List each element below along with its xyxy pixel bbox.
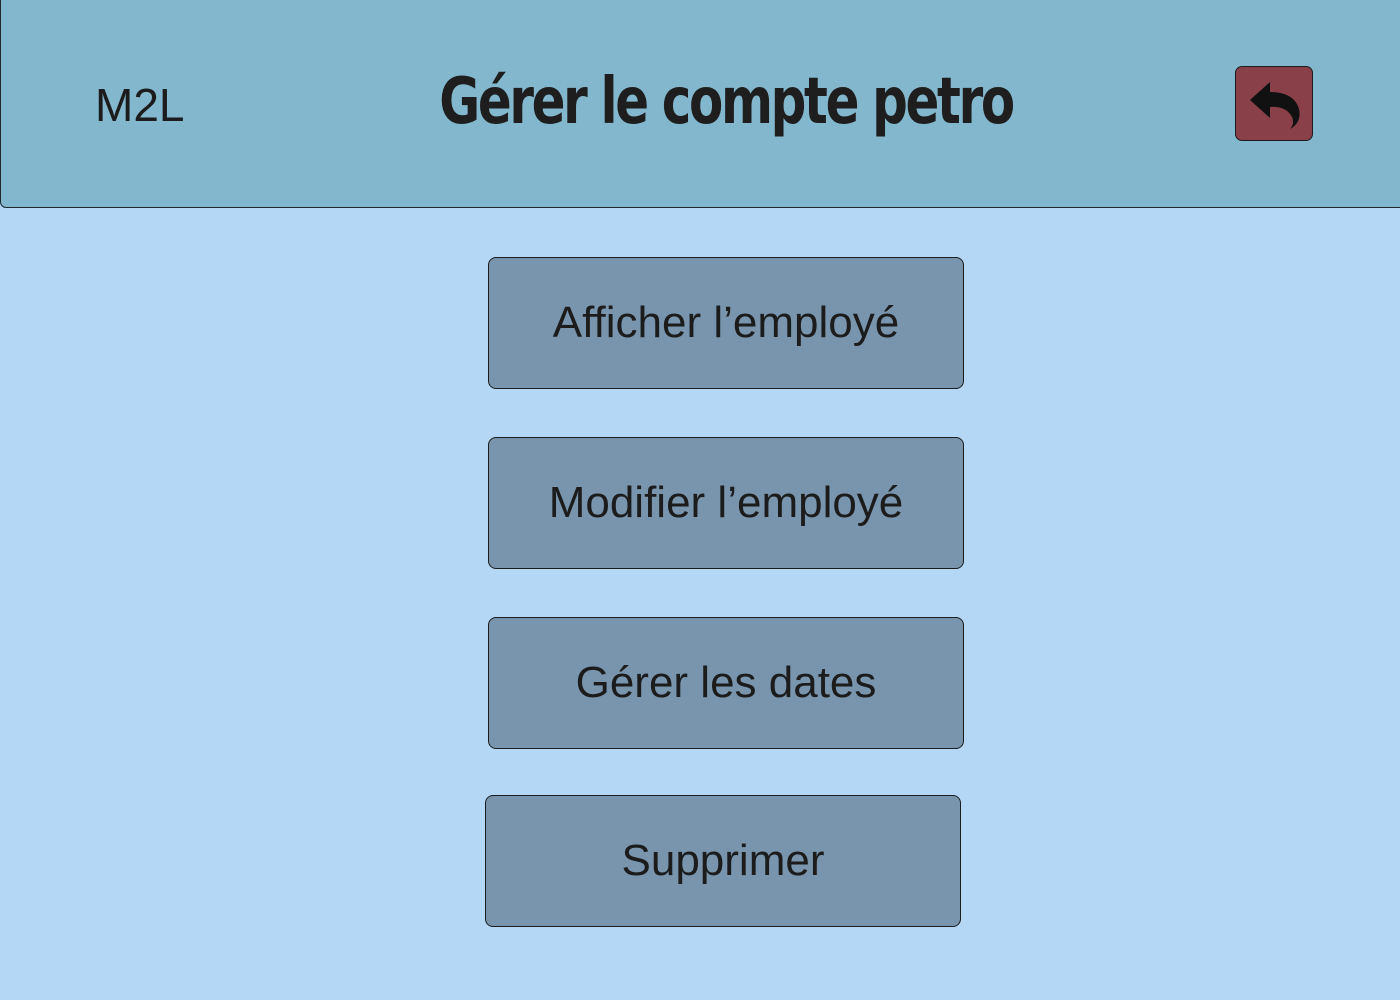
edit-employee-button[interactable]: Modifier l’employé — [488, 437, 964, 569]
show-employee-button[interactable]: Afficher l’employé — [488, 257, 964, 389]
delete-button[interactable]: Supprimer — [485, 795, 961, 927]
brand-logo-text: M2L — [95, 79, 185, 131]
page-title: Gérer le compte petro — [439, 65, 1015, 139]
manage-dates-button[interactable]: Gérer les dates — [488, 617, 964, 749]
header-bar: M2L Gérer le compte petro — [0, 0, 1400, 208]
back-button[interactable] — [1235, 66, 1313, 141]
undo-arrow-icon — [1246, 76, 1302, 132]
